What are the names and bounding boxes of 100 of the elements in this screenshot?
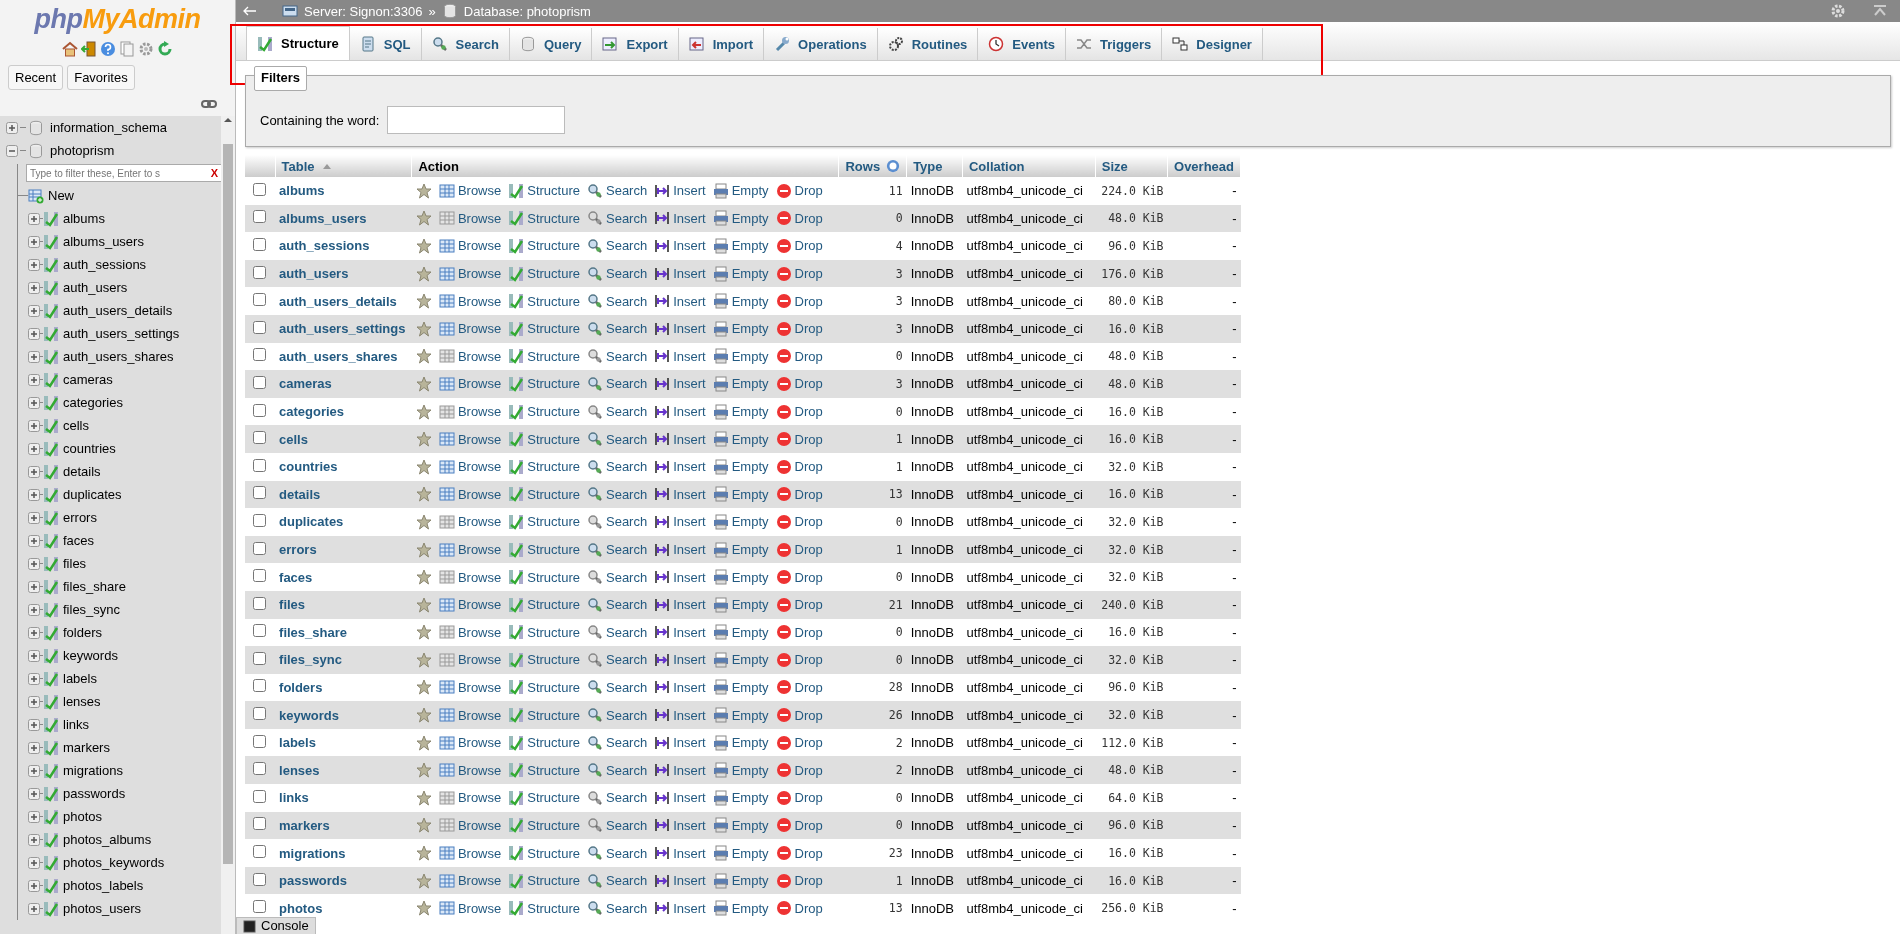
expand-icon[interactable] xyxy=(28,373,40,386)
expand-icon[interactable] xyxy=(28,902,40,915)
tree-item[interactable]: files xyxy=(63,556,87,571)
action-link[interactable]: Structure xyxy=(527,431,580,447)
action-link[interactable]: Search xyxy=(606,569,648,585)
expand-icon[interactable] xyxy=(28,557,40,570)
tab[interactable]: SQL xyxy=(349,28,422,60)
row-checkbox[interactable] xyxy=(253,845,266,859)
action-link[interactable]: Insert xyxy=(673,266,706,282)
action-link[interactable]: Insert xyxy=(673,514,706,530)
action-link[interactable]: Drop xyxy=(794,348,823,364)
table-name-link[interactable]: photos xyxy=(279,900,323,916)
expand-icon[interactable] xyxy=(28,350,40,363)
column-header[interactable]: Table xyxy=(281,158,315,174)
action-link[interactable]: Empty xyxy=(731,348,769,364)
action-link[interactable]: Structure xyxy=(527,652,580,668)
row-checkbox[interactable] xyxy=(253,541,266,555)
table-name-link[interactable]: lenses xyxy=(279,762,320,778)
row-checkbox[interactable] xyxy=(253,375,266,389)
database-link[interactable]: Database: photoprism xyxy=(463,3,591,19)
action-link[interactable]: Structure xyxy=(527,624,580,640)
action-link[interactable]: Empty xyxy=(731,486,769,502)
action-link[interactable]: Browse xyxy=(457,238,502,254)
action-link[interactable]: Search xyxy=(606,680,648,695)
action-link[interactable]: Browse xyxy=(457,486,502,502)
action-link[interactable]: Structure xyxy=(527,845,580,861)
tree-item[interactable]: auth_users_shares xyxy=(63,349,174,364)
filter-field[interactable]: Type to filter these, Enter to s X xyxy=(26,164,221,182)
action-link[interactable]: Structure xyxy=(527,597,580,613)
action-link[interactable]: Browse xyxy=(457,817,502,833)
tree-item[interactable]: albums_users xyxy=(63,234,144,249)
action-link[interactable]: Empty xyxy=(731,735,769,751)
action-link[interactable]: Search xyxy=(606,900,648,916)
action-link[interactable]: Structure xyxy=(527,762,580,778)
table-name-link[interactable]: files_share xyxy=(279,624,347,640)
action-link[interactable]: Browse xyxy=(457,183,502,199)
row-checkbox[interactable] xyxy=(253,707,266,721)
action-link[interactable]: Drop xyxy=(794,817,823,833)
tab[interactable]: Triggers xyxy=(1066,28,1163,60)
action-link[interactable]: Search xyxy=(606,348,648,364)
expand-icon[interactable] xyxy=(28,235,40,248)
action-link[interactable]: Search xyxy=(606,238,648,254)
row-checkbox[interactable] xyxy=(253,486,266,500)
action-link[interactable]: Empty xyxy=(731,210,769,226)
action-link[interactable]: Search xyxy=(606,266,648,282)
tab[interactable]: Export xyxy=(592,28,679,60)
action-link[interactable]: Structure xyxy=(527,376,580,392)
action-link[interactable]: Drop xyxy=(794,790,823,806)
action-link[interactable]: Search xyxy=(606,817,648,833)
action-link[interactable]: Insert xyxy=(673,652,706,668)
action-link[interactable]: Structure xyxy=(527,542,580,557)
table-name-link[interactable]: links xyxy=(279,790,309,806)
expand-icon[interactable] xyxy=(28,396,40,409)
database-item[interactable]: photoprism xyxy=(50,143,115,158)
tree-item[interactable]: photos_labels xyxy=(63,878,144,893)
action-link[interactable]: Search xyxy=(606,431,648,447)
action-link[interactable]: Insert xyxy=(673,486,706,502)
action-link[interactable]: Drop xyxy=(794,597,823,613)
row-checkbox[interactable] xyxy=(253,182,266,196)
tree-item[interactable]: auth_sessions xyxy=(63,257,147,272)
expand-icon[interactable] xyxy=(28,580,40,593)
action-link[interactable]: Search xyxy=(606,210,648,226)
action-link[interactable]: Structure xyxy=(527,514,580,530)
action-link[interactable]: Empty xyxy=(731,321,769,337)
action-link[interactable]: Empty xyxy=(731,817,769,833)
tree-item[interactable]: folders xyxy=(63,625,103,640)
sidebar-tab[interactable]: Favorites xyxy=(67,65,135,90)
expand-icon[interactable] xyxy=(28,534,40,547)
action-link[interactable]: Drop xyxy=(794,183,823,199)
action-link[interactable]: Structure xyxy=(527,735,580,751)
expand-icon[interactable] xyxy=(28,511,40,524)
logo[interactable]: phpMyAdmin xyxy=(34,0,201,35)
action-link[interactable]: Drop xyxy=(794,735,823,751)
expand-icon[interactable] xyxy=(28,695,40,708)
expand-icon[interactable] xyxy=(28,856,40,869)
tree-item[interactable]: files_share xyxy=(63,579,126,594)
action-link[interactable]: Empty xyxy=(731,624,769,640)
action-link[interactable]: Structure xyxy=(527,459,580,475)
action-link[interactable]: Structure xyxy=(527,486,580,502)
clear-filter-button[interactable]: X xyxy=(207,167,221,179)
table-name-link[interactable]: countries xyxy=(279,459,338,475)
action-link[interactable]: Search xyxy=(606,514,648,530)
action-link[interactable]: Search xyxy=(606,376,648,392)
action-link[interactable]: Drop xyxy=(794,873,823,889)
row-checkbox[interactable] xyxy=(253,900,266,914)
row-checkbox[interactable] xyxy=(253,210,266,224)
action-link[interactable]: Insert xyxy=(673,348,706,364)
tab[interactable]: Search xyxy=(421,28,510,60)
action-link[interactable]: Browse xyxy=(457,680,502,695)
action-link[interactable]: Browse xyxy=(457,762,502,778)
action-link[interactable]: Search xyxy=(606,652,648,668)
table-name-link[interactable]: cells xyxy=(279,431,308,447)
action-link[interactable]: Browse xyxy=(457,900,502,916)
action-link[interactable]: Structure xyxy=(527,873,580,889)
action-link[interactable]: Drop xyxy=(794,431,823,447)
action-link[interactable]: Insert xyxy=(673,735,706,751)
action-link[interactable]: Structure xyxy=(527,210,580,226)
action-link[interactable]: Insert xyxy=(673,183,706,199)
tab[interactable]: Events xyxy=(978,28,1066,60)
action-link[interactable]: Search xyxy=(606,873,648,889)
